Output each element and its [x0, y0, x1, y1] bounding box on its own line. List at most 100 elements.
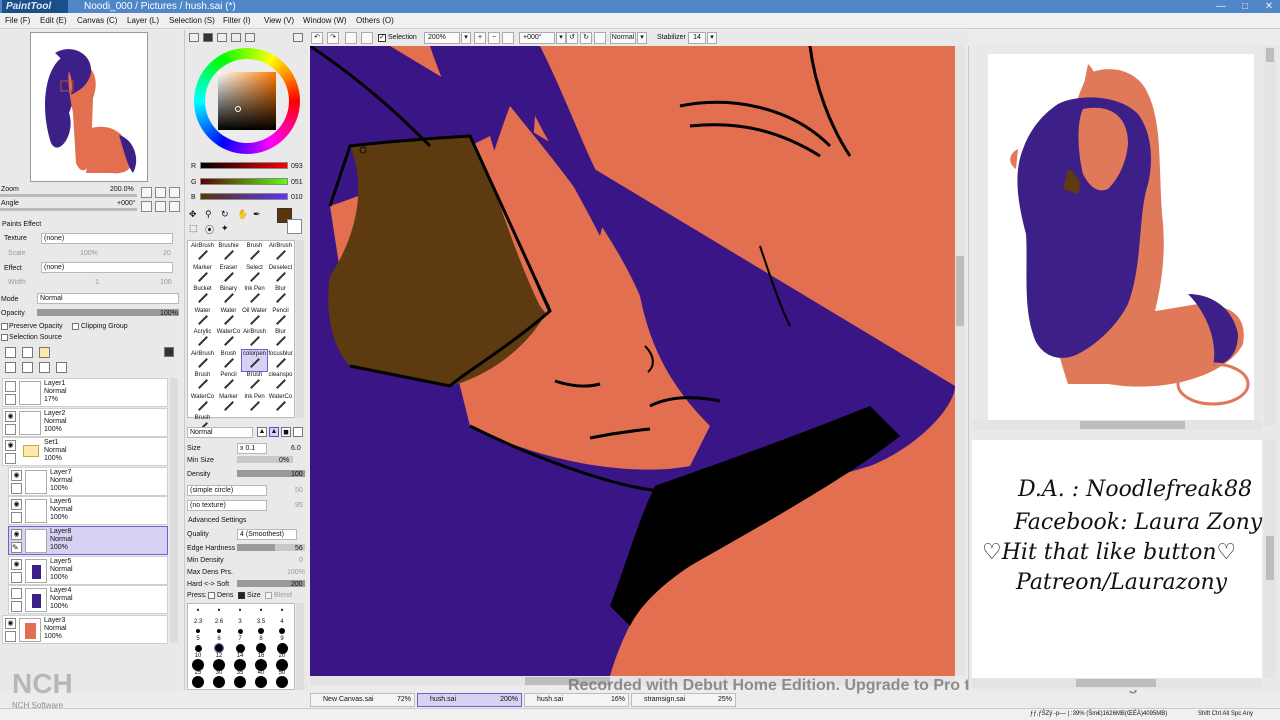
brush-tool-10[interactable]: Ink Pen	[242, 285, 267, 306]
brush-shape-select[interactable]: (simple circle)	[187, 485, 267, 496]
brush-tool-6[interactable]: Select	[242, 264, 267, 285]
selection-source-checkbox[interactable]	[1, 334, 8, 341]
reference-image[interactable]	[988, 54, 1254, 420]
new-layer-icon[interactable]	[5, 347, 16, 358]
red-slider[interactable]	[200, 162, 288, 169]
zoom-reset-icon[interactable]	[169, 187, 180, 198]
invert-select-icon[interactable]	[361, 32, 373, 44]
visibility-toggle[interactable]: ◉	[11, 559, 22, 570]
brush-tool-1[interactable]: Brushie	[216, 242, 241, 263]
brush-tool-8[interactable]: Bucket	[190, 285, 215, 306]
tip-hard-icon[interactable]: ◼	[281, 427, 291, 437]
folder-icon[interactable]	[39, 347, 50, 358]
selection-checkbox[interactable]: ✓	[378, 34, 386, 42]
toolbar-zoom-in-icon[interactable]: +	[474, 32, 486, 44]
size-preset-dot[interactable]	[214, 643, 224, 653]
visibility-toggle[interactable]: ◉	[11, 499, 22, 510]
blend-mode-select[interactable]: Normal	[37, 293, 179, 304]
size-presets-scrollbar[interactable]	[296, 603, 304, 690]
press-dens-checkbox[interactable]	[208, 592, 215, 599]
size-multiplier-select[interactable]: x 0.1	[237, 443, 267, 454]
tool-grid-scrollbar[interactable]	[296, 240, 304, 418]
rgb-mode-icon[interactable]	[203, 33, 213, 42]
clipping-group-checkbox[interactable]	[72, 323, 79, 330]
menu-edit[interactable]: Edit (E)	[40, 16, 67, 25]
menu-canvas[interactable]: Canvas (C)	[77, 16, 117, 25]
brush-tool-24[interactable]: Brush	[190, 371, 215, 392]
brush-tool-13[interactable]: Water	[216, 307, 241, 328]
visibility-toggle[interactable]: ◉	[11, 529, 22, 540]
canvas-tab[interactable]: New Canvas.sai 72%	[310, 693, 415, 707]
layer-row[interactable]: ◉ Layer3 Normal 100%	[2, 615, 168, 644]
size-preset-dot[interactable]	[276, 676, 288, 688]
zoom-tool-icon[interactable]: ⚲	[205, 209, 212, 220]
menu-layer[interactable]: Layer (L)	[127, 16, 159, 25]
brush-tool-28[interactable]: WaterCo	[190, 393, 215, 414]
zoom-out-icon[interactable]	[155, 187, 166, 198]
credits-v-scrollbar[interactable]	[1264, 440, 1276, 678]
reference-h-scrollbar[interactable]	[972, 420, 1262, 430]
brush-tool-12[interactable]: Water	[190, 307, 215, 328]
visibility-toggle[interactable]: ◉	[11, 470, 22, 481]
texture-select[interactable]: (none)	[41, 233, 173, 244]
undo-icon[interactable]: ↶	[311, 32, 323, 44]
press-blend-checkbox[interactable]	[265, 592, 272, 599]
advanced-settings-header[interactable]: Advanced Settings	[188, 517, 246, 524]
main-canvas[interactable]	[310, 46, 955, 676]
minimize-icon[interactable]: —	[1210, 0, 1232, 13]
lock-toggle[interactable]: ✎	[11, 542, 22, 553]
size-preset-dot[interactable]	[235, 643, 245, 653]
brush-texture-select[interactable]: (no texture)	[187, 500, 267, 511]
effect-select[interactable]: (none)	[41, 262, 173, 273]
brush-tool-11[interactable]: Blur	[268, 285, 293, 306]
toolbar-zoom-reset-icon[interactable]	[502, 32, 514, 44]
size-preset-dot[interactable]	[255, 676, 267, 688]
layer-row[interactable]: ◉ Layer7 Normal 100%	[8, 467, 168, 496]
menu-view[interactable]: View (V)	[264, 16, 294, 25]
redo-icon[interactable]: ↷	[327, 32, 339, 44]
size-preset-dot[interactable]	[237, 628, 243, 634]
tip-square-icon[interactable]	[293, 427, 303, 437]
zoom-select[interactable]: 200%	[424, 32, 460, 44]
color-wheel-mode-icon[interactable]	[189, 33, 199, 42]
brush-tool-16[interactable]: Acrylic	[190, 328, 215, 349]
brush-tool-31[interactable]: WaterCo	[268, 393, 293, 414]
size-preset-dot[interactable]	[256, 643, 266, 653]
tip-soft-icon[interactable]: ▲	[257, 427, 267, 437]
brush-tool-15[interactable]: Pencil	[268, 307, 293, 328]
preserve-opacity-checkbox[interactable]	[1, 323, 8, 330]
size-preset-dot[interactable]	[217, 629, 221, 633]
layer-row[interactable]: ◉ Set1 Normal 100%	[2, 437, 168, 466]
layer-menu-icon[interactable]	[164, 347, 174, 357]
move-icon[interactable]: ✥	[189, 209, 197, 220]
menu-filter[interactable]: Filter (I)	[223, 16, 251, 25]
canvas-vertical-scrollbar[interactable]	[955, 46, 965, 676]
panel-options-icon[interactable]	[293, 33, 303, 42]
size-preset-dot[interactable]	[192, 676, 204, 688]
brush-mode-select[interactable]: Normal	[187, 427, 253, 438]
brush-tool-23[interactable]: focusblur	[268, 350, 293, 371]
lock-toggle[interactable]	[5, 424, 16, 435]
visibility-toggle[interactable]: ◉	[5, 618, 16, 629]
stabilizer-dropdown-icon[interactable]: ▾	[707, 32, 717, 44]
menu-selection[interactable]: Selection (S)	[169, 16, 215, 25]
size-preset-dot[interactable]	[258, 628, 264, 634]
brush-tool-21[interactable]: Brush	[216, 350, 241, 371]
angle-slider[interactable]	[0, 208, 137, 211]
secondary-color-swatch[interactable]	[287, 219, 302, 234]
brush-tool-27[interactable]: cleanspo	[268, 371, 293, 392]
size-preset-dot[interactable]	[194, 644, 202, 652]
layer-row[interactable]: ◉ Layer2 Normal 100%	[2, 408, 168, 437]
credits-canvas[interactable]: D.A. : Noodlefreak88 Facebook: Laura Zon…	[972, 440, 1262, 678]
brush-tool-9[interactable]: Binary	[216, 285, 241, 306]
new-set-icon[interactable]	[22, 347, 33, 358]
delete-layer-icon[interactable]	[56, 362, 67, 373]
brush-tool-2[interactable]: Brush	[242, 242, 267, 263]
visibility-toggle[interactable]: ◉	[5, 411, 16, 422]
brush-tool-5[interactable]: Eraser	[216, 264, 241, 285]
canvas-tab[interactable]: stramsign.sai 25%	[631, 693, 736, 707]
quality-select[interactable]: 4 (Smoothest)	[237, 529, 297, 540]
lock-toggle[interactable]	[5, 631, 16, 642]
size-preset-dot[interactable]	[196, 629, 200, 633]
brush-tool-3[interactable]: AirBrush	[268, 242, 293, 263]
